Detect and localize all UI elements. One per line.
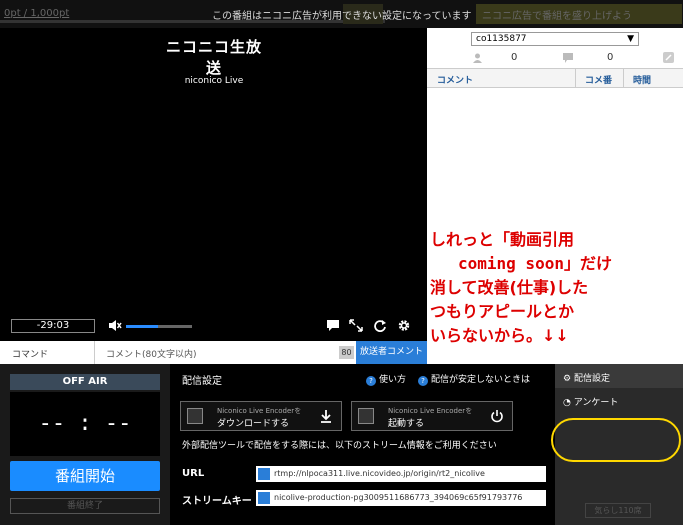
overlay-line-1: しれっと「動画引用 bbox=[430, 230, 575, 249]
gear-icon: ⚙ bbox=[563, 374, 572, 384]
unstable-help-label: 配信が安定しないときは bbox=[431, 375, 531, 385]
mute-icon[interactable] bbox=[108, 319, 122, 332]
copy-icon[interactable] bbox=[258, 492, 270, 504]
community-select-value: co1135877 bbox=[476, 34, 527, 44]
end-broadcast-button[interactable]: 番組終了 bbox=[10, 498, 160, 514]
sidebar-item-label: 配信設定 bbox=[573, 374, 610, 384]
overlay-line-2: coming soon」だけ bbox=[458, 254, 612, 273]
url-label: URL bbox=[182, 468, 205, 479]
highlight-ellipse bbox=[551, 418, 681, 462]
stream-url-value: rtmp://nlpoca311.live.nicovideo.jp/origi… bbox=[274, 469, 485, 478]
top-ad-bar: 0pt / 1,000pt この番組はニコニ広告が利用できない設定になっています… bbox=[0, 0, 683, 28]
power-icon bbox=[491, 410, 503, 423]
broadcaster-comment-button[interactable]: 放送者コメント bbox=[356, 341, 427, 364]
gear-icon[interactable] bbox=[397, 319, 411, 332]
column-comment-number[interactable]: コメ番 bbox=[585, 73, 612, 86]
encoder-logo-icon bbox=[358, 408, 374, 424]
encoder-download-button[interactable]: Niconico Live Encoderを ダウンロードする bbox=[180, 401, 342, 431]
broadcast-clock: -- : -- bbox=[10, 392, 160, 456]
char-count-badge: 80 bbox=[339, 346, 354, 359]
chevron-down-icon: ▼ bbox=[627, 34, 634, 44]
comment-column-header: コメント コメ番 時間 bbox=[427, 68, 683, 88]
command-input[interactable]: コマンド bbox=[0, 341, 95, 364]
settings-title: 配信設定 bbox=[182, 376, 222, 387]
pie-icon: ◔ bbox=[563, 398, 571, 408]
comment-count-icon bbox=[563, 53, 573, 63]
stream-key-label: ストリームキー bbox=[182, 496, 252, 507]
sidebar-bottom-button[interactable]: 気らし110席 bbox=[585, 503, 651, 518]
ad-promote-button[interactable]: ニコニ広告で番組を盛り上げよう bbox=[476, 4, 682, 24]
stream-settings-panel: 配信設定 ? 使い方 ? 配信が安定しないときは Niconico Live Enc… bbox=[170, 364, 555, 525]
overlay-line-5: いらないから。↓↓ bbox=[430, 326, 569, 345]
player-controls: -29:03 bbox=[0, 317, 427, 341]
time-display: -29:03 bbox=[11, 319, 95, 333]
sidebar-item-settings[interactable]: ⚙ 配信設定 bbox=[555, 364, 683, 388]
sidebar-item-survey[interactable]: ◔ アンケート bbox=[555, 390, 683, 412]
broadcast-status-panel: OFF AIR -- : -- 番組開始 番組終了 bbox=[0, 364, 170, 525]
stream-url-field[interactable]: rtmp://nlpoca311.live.nicovideo.jp/origi… bbox=[256, 466, 546, 482]
start-broadcast-button[interactable]: 番組開始 bbox=[10, 461, 160, 491]
sidebar-item-label: アンケート bbox=[573, 398, 619, 408]
ad-disabled-notice: この番組はニコニ広告が利用できない設定になっています bbox=[212, 11, 472, 22]
tool-sidebar: ⚙ 配信設定 ◔ アンケート 気らし110席 bbox=[551, 364, 683, 525]
overlay-line-3: 消して改善(仕事)した bbox=[430, 278, 589, 297]
encoder-launch-main: 起動する bbox=[388, 419, 425, 429]
unstable-help-link[interactable]: ? 配信が安定しないときは bbox=[418, 372, 530, 386]
encoder-download-sub: Niconico Live Encoderを bbox=[217, 407, 302, 415]
video-player[interactable]: ニコニコ生放送 niconico Live -29:03 bbox=[0, 28, 427, 341]
howto-link[interactable]: ? 使い方 bbox=[366, 372, 406, 386]
encoder-download-main: ダウンロードする bbox=[217, 419, 290, 429]
overlay-line-4: つもりアピールとか bbox=[430, 302, 575, 321]
logo-jp-text: ニコニコ生放送 bbox=[165, 38, 262, 77]
help-icon: ? bbox=[418, 376, 428, 386]
comment-toggle-icon[interactable] bbox=[326, 319, 340, 332]
encoder-logo-icon bbox=[187, 408, 203, 424]
volume-slider[interactable] bbox=[126, 325, 192, 328]
stream-info-note: 外部配信ツールで配信をする際には、以下のストリーム情報をご利用ください bbox=[182, 441, 497, 451]
stream-key-value: nicolive-production-pg3009511686773_3940… bbox=[274, 493, 523, 502]
howto-label: 使い方 bbox=[379, 375, 407, 385]
reload-icon[interactable] bbox=[373, 319, 387, 332]
encoder-launch-sub: Niconico Live Encoderを bbox=[388, 407, 473, 415]
community-select[interactable]: co1135877 ▼ bbox=[471, 32, 639, 46]
comment-input[interactable]: コメント(80文字以内) bbox=[96, 341, 340, 364]
comment-input-row: コマンド コメント(80文字以内) 80 放送者コメント bbox=[0, 341, 427, 364]
comment-list-settings-icon[interactable] bbox=[663, 52, 674, 63]
download-icon bbox=[321, 410, 331, 423]
user-icon bbox=[473, 53, 482, 63]
ad-points-link[interactable]: 0pt / 1,000pt bbox=[4, 8, 69, 19]
viewer-count: 0 bbox=[511, 52, 518, 63]
stream-key-field[interactable]: nicolive-production-pg3009511686773_3940… bbox=[256, 490, 546, 506]
copy-icon[interactable] bbox=[258, 468, 270, 480]
niconico-live-logo: ニコニコ生放送 niconico Live bbox=[162, 36, 266, 86]
stats-row: 0 0 bbox=[427, 50, 683, 66]
encoder-launch-button[interactable]: Niconico Live Encoderを 起動する bbox=[351, 401, 513, 431]
column-comment[interactable]: コメント bbox=[437, 73, 473, 86]
logo-en-text: niconico Live bbox=[184, 76, 244, 86]
fullscreen-icon[interactable] bbox=[349, 319, 363, 332]
help-icon: ? bbox=[366, 376, 376, 386]
comment-count: 0 bbox=[607, 52, 614, 63]
onair-status: OFF AIR bbox=[10, 374, 160, 390]
column-time[interactable]: 時間 bbox=[633, 73, 651, 86]
annotation-overlay-text: しれっと「動画引用 coming soon」だけ 消して改善(仕事)した つもり… bbox=[430, 228, 680, 348]
volume-fill bbox=[126, 325, 158, 328]
